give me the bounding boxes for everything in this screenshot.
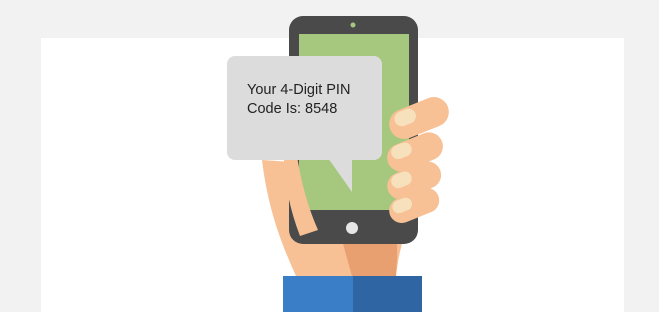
pin-message-line-1: Your 4-Digit PIN: [247, 82, 351, 98]
phone-in-hand-illustration: [227, 16, 449, 312]
phone-camera: [350, 22, 356, 28]
pin-message-line-2: Code Is: 8548: [247, 101, 338, 117]
sleeve: [283, 276, 422, 312]
sleeve-right: [353, 276, 422, 312]
pin-message: Your 4-Digit PIN Code Is: 8548: [247, 81, 377, 119]
phone-home-button: [346, 222, 358, 234]
sleeve-left: [283, 276, 353, 312]
sms-pin-illustration: Your 4-Digit PIN Code Is: 8548: [0, 0, 659, 312]
